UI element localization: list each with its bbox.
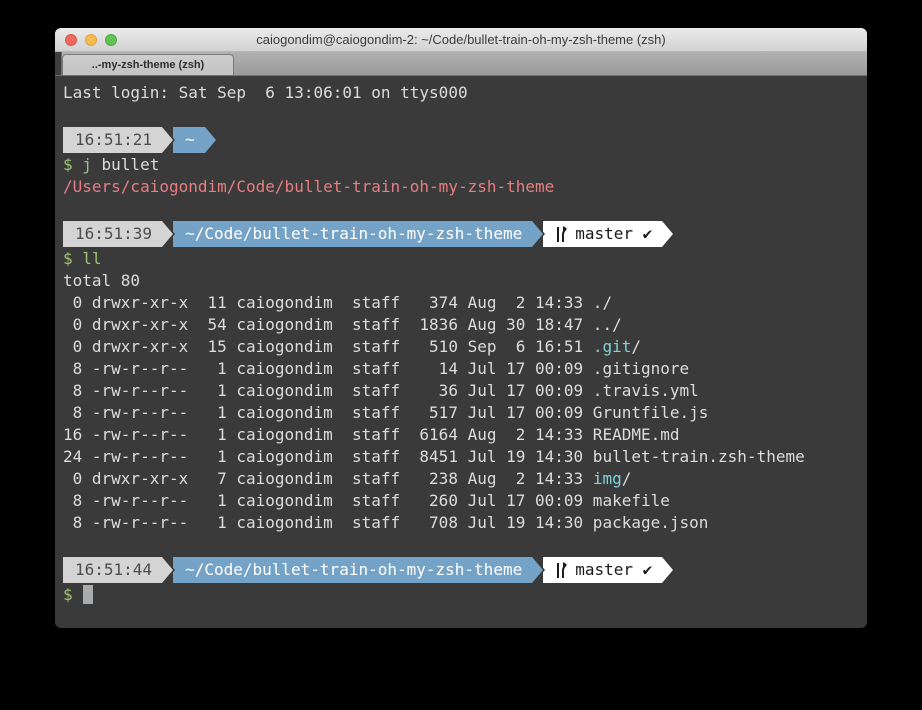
text-span: $ ll <box>63 249 102 268</box>
prompt-segment-time: 16:51:21 <box>63 127 162 153</box>
prompt-segment-time: 16:51:44 <box>63 557 162 583</box>
output-line: 0 drwxr-xr-x 11 caiogondim staff 374 Aug… <box>63 292 859 314</box>
git-branch-icon <box>555 561 568 580</box>
text-span: 8 -rw-r--r-- 1 caiogondim staff 517 Jul … <box>63 403 708 422</box>
terminal-cursor[interactable] <box>83 585 93 604</box>
text-span: $ <box>63 585 73 604</box>
prompt-segment-time: 16:51:39 <box>63 221 162 247</box>
text-span: .git <box>593 337 632 356</box>
text-span: 0 drwxr-xr-x 54 caiogondim staff 1836 Au… <box>63 315 622 334</box>
terminal-window: caiogondim@caiogondim-2: ~/Code/bullet-t… <box>55 28 867 628</box>
text-span: /Users/caiogondim/Code/bullet-train-oh-m… <box>63 177 554 196</box>
prompt-segment-dir: ~/Code/bullet-train-oh-my-zsh-theme <box>173 221 532 247</box>
prompt-line: 16:51:39 ~/Code/bullet-train-oh-my-zsh-th… <box>63 221 859 247</box>
text-span: 8 -rw-r--r-- 1 caiogondim staff 708 Jul … <box>63 513 708 532</box>
powerline-arrow-icon <box>532 221 543 247</box>
powerline-arrow-icon <box>532 557 543 583</box>
minimize-button[interactable] <box>85 34 97 46</box>
text-span: 8 -rw-r--r-- 1 caiogondim staff 14 Jul 1… <box>63 359 689 378</box>
terminal-content[interactable]: Last login: Sat Sep 6 13:06:01 on ttys00… <box>55 76 867 612</box>
tab-bar: ..-my-zsh-theme (zsh) <box>55 52 867 76</box>
text-span: $ j <box>63 155 102 174</box>
output-line: 8 -rw-r--r-- 1 caiogondim staff 260 Jul … <box>63 490 859 512</box>
blank-line <box>63 198 859 220</box>
powerline-arrow-icon <box>162 127 173 153</box>
output-line: 8 -rw-r--r-- 1 caiogondim staff 708 Jul … <box>63 512 859 534</box>
zoom-button[interactable] <box>105 34 117 46</box>
prompt-segment-git: master ✔ <box>543 221 662 247</box>
traffic-lights <box>65 34 117 46</box>
powerline-arrow-icon <box>662 221 673 247</box>
text-span: / <box>631 337 641 356</box>
text-span: 8 -rw-r--r-- 1 caiogondim staff 36 Jul 1… <box>63 381 699 400</box>
output-line: 0 drwxr-xr-x 54 caiogondim staff 1836 Au… <box>63 314 859 336</box>
text-span: 0 drwxr-xr-x 11 caiogondim staff 374 Aug… <box>63 293 612 312</box>
output-line: Last login: Sat Sep 6 13:06:01 on ttys00… <box>63 82 859 104</box>
prompt-segment-dir: ~ <box>173 127 205 153</box>
output-line: 8 -rw-r--r-- 1 caiogondim staff 14 Jul 1… <box>63 358 859 380</box>
window-titlebar[interactable]: caiogondim@caiogondim-2: ~/Code/bullet-t… <box>55 28 867 52</box>
output-line: 8 -rw-r--r-- 1 caiogondim staff 36 Jul 1… <box>63 380 859 402</box>
text-span: img <box>593 469 622 488</box>
output-line: 16 -rw-r--r-- 1 caiogondim staff 6164 Au… <box>63 424 859 446</box>
text-span: / <box>622 469 632 488</box>
powerline-arrow-icon <box>162 557 173 583</box>
tab-bar-left-edge <box>55 52 62 75</box>
text-span: bullet <box>102 155 160 174</box>
prompt-segment-dir: ~/Code/bullet-train-oh-my-zsh-theme <box>173 557 532 583</box>
text-span: total 80 <box>63 271 140 290</box>
blank-line <box>63 104 859 126</box>
prompt-segment-git: master ✔ <box>543 557 662 583</box>
powerline-arrow-icon <box>162 221 173 247</box>
prompt-line: 16:51:44 ~/Code/bullet-train-oh-my-zsh-th… <box>63 557 859 583</box>
output-line: $ j bullet <box>63 154 859 176</box>
text-span: 8 -rw-r--r-- 1 caiogondim staff 260 Jul … <box>63 491 670 510</box>
text-span: 0 drwxr-xr-x 15 caiogondim staff 510 Sep… <box>63 337 593 356</box>
desktop-background: caiogondim@caiogondim-2: ~/Code/bullet-t… <box>0 0 922 710</box>
terminal-tab[interactable]: ..-my-zsh-theme (zsh) <box>62 54 234 75</box>
window-title: caiogondim@caiogondim-2: ~/Code/bullet-t… <box>55 28 867 52</box>
text-span: 24 -rw-r--r-- 1 caiogondim staff 8451 Ju… <box>63 447 805 466</box>
powerline-arrow-icon <box>662 557 673 583</box>
output-line: /Users/caiogondim/Code/bullet-train-oh-m… <box>63 176 859 198</box>
text-span: Last login: Sat Sep 6 13:06:01 on ttys00… <box>63 83 468 102</box>
output-line: 0 drwxr-xr-x 15 caiogondim staff 510 Sep… <box>63 336 859 358</box>
prompt-line: 16:51:21 ~ <box>63 127 859 153</box>
git-branch-icon <box>555 225 568 244</box>
output-line: 0 drwxr-xr-x 7 caiogondim staff 238 Aug … <box>63 468 859 490</box>
output-line: total 80 <box>63 270 859 292</box>
output-line: 8 -rw-r--r-- 1 caiogondim staff 517 Jul … <box>63 402 859 424</box>
powerline-arrow-icon <box>205 127 216 153</box>
output-line: $ <box>63 584 859 606</box>
output-line: 24 -rw-r--r-- 1 caiogondim staff 8451 Ju… <box>63 446 859 468</box>
text-span: 16 -rw-r--r-- 1 caiogondim staff 6164 Au… <box>63 425 680 444</box>
blank-line <box>63 534 859 556</box>
close-button[interactable] <box>65 34 77 46</box>
output-line: $ ll <box>63 248 859 270</box>
text-span: 0 drwxr-xr-x 7 caiogondim staff 238 Aug … <box>63 469 593 488</box>
